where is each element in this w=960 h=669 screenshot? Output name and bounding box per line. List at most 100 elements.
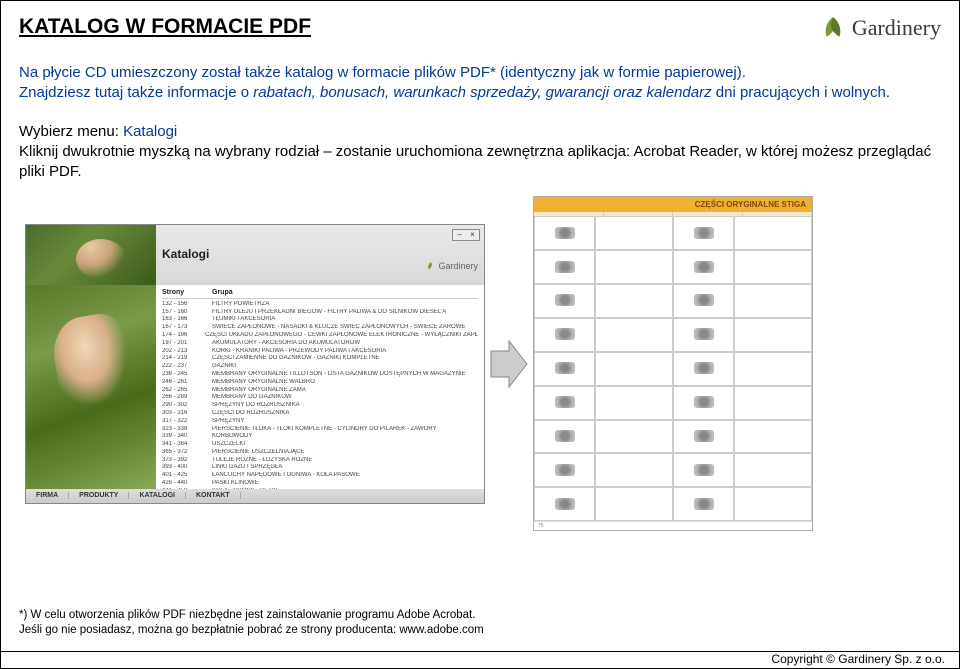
pdf-cell: [734, 420, 812, 454]
catalog-row: 341 - 364USZCZELKI: [162, 441, 478, 449]
pdf-cell: [673, 487, 734, 521]
app-section-title: Katalogi: [162, 247, 478, 261]
intro-2c: dni pracujących i wolnych.: [712, 84, 890, 101]
menu-instruction-link: Katalogi: [123, 123, 177, 140]
pdf-cell: [673, 318, 734, 352]
catalog-row: 132 - 156FILTRY POWIETRZA: [162, 301, 478, 309]
app-screenshot: –× Katalogi Gardinery Strony Grupa 132 -…: [25, 224, 485, 504]
catalog-row: 426 - 440PASKI KLINOWE: [162, 480, 478, 488]
pdf-cell: [673, 420, 734, 454]
catalog-row: 323 - 338PIERŚCIENIE TŁOKA - TŁOKI KOMPL…: [162, 426, 478, 434]
catalog-row: 373 - 392TULEJE RÓŻNE - ŁOŻYSKA RÓŻNE: [162, 457, 478, 465]
catalog-row: 441 - 459KOŁA - OPONY - DĘTKI: [162, 488, 478, 489]
pdf-cell: [534, 250, 595, 284]
pdf-cell: [673, 453, 734, 487]
catalog-row: 262 - 265MEMBRANY ORYGINALNE ZAMA: [162, 387, 478, 395]
catalog-row: 317 - 322SPRĘŻYNY: [162, 418, 478, 426]
col-header-group: Grupa: [212, 289, 478, 296]
pdf-cell: [534, 318, 595, 352]
pdf-cell: [534, 284, 595, 318]
pdf-page-preview: CZĘŚCI ORYGINALNE STIGA 75: [533, 196, 813, 531]
pdf-cell: [534, 420, 595, 454]
arrow-icon: [489, 339, 529, 389]
catalog-row: 197 - 201AKUMULATORY - AKCESORIA DO AKUM…: [162, 340, 478, 348]
intro-paragraph-2: Znajdziesz tutaj także informacje o raba…: [19, 83, 941, 103]
app-bottom-nav: FIRMA PRODUKTY KATALOGI KONTAKT: [26, 489, 484, 503]
catalog-row: 393 - 400LINKI GAZU I SPRZĘGŁA: [162, 464, 478, 472]
pdf-header: CZĘŚCI ORYGINALNE STIGA: [534, 197, 812, 212]
pdf-cell: [595, 386, 673, 420]
pdf-cell: [673, 216, 734, 250]
nav-firma: FIRMA: [26, 492, 69, 499]
copyright: Copyright © Gardinery Sp. z o.o.: [771, 652, 945, 666]
catalog-list: Strony Grupa 132 - 156FILTRY POWIETRZA15…: [156, 285, 484, 489]
pdf-cell: [534, 487, 595, 521]
pdf-cell: [734, 318, 812, 352]
intro-2b-italic: rabatach, bonusach, warunkach sprzedaży,…: [253, 84, 711, 101]
brand-name: Gardinery: [852, 15, 941, 41]
catalog-row: 365 - 372PIERŚCIENIE USZCZELNIAJĄCE: [162, 449, 478, 457]
nav-kontakt: KONTAKT: [186, 492, 241, 499]
catalog-row: 174 - 196CZĘŚCI UKŁADU ZAPŁONOWEGO - CEW…: [162, 332, 478, 340]
pdf-cell: [534, 216, 595, 250]
pdf-cell: [534, 352, 595, 386]
catalog-row: 246 - 261MEMBRANY ORYGINALNE WALBRO: [162, 379, 478, 387]
pdf-cell: [734, 386, 812, 420]
pdf-cell: [734, 250, 812, 284]
app-brand-small: Gardinery: [426, 261, 478, 271]
app-header-photo: [26, 225, 156, 285]
pdf-cell: [595, 318, 673, 352]
nav-katalogi: KATALOGI: [129, 492, 186, 499]
catalog-row: 222 - 237GAŹNIKI: [162, 363, 478, 371]
pdf-cell: [595, 352, 673, 386]
catalog-row: 303 - 316CZĘŚCI DO ROZRUSZNIKA: [162, 410, 478, 418]
pdf-parts-grid: [534, 216, 812, 521]
pdf-cell: [595, 487, 673, 521]
pdf-cell: [673, 352, 734, 386]
pdf-cell: [734, 284, 812, 318]
leaf-icon: [426, 261, 436, 271]
pdf-cell: [595, 250, 673, 284]
pdf-cell: [734, 216, 812, 250]
nav-produkty: PRODUKTY: [69, 492, 129, 499]
menu-instruction-prefix: Wybierz menu:: [19, 123, 123, 140]
menu-instruction: Wybierz menu: Katalogi: [19, 122, 941, 142]
catalog-row: 163 - 166TŁUMIKI I AKCESORIA: [162, 316, 478, 324]
catalog-row: 266 - 289MEMBRANY DO GAŹNIKÓW: [162, 394, 478, 402]
pdf-cell: [595, 216, 673, 250]
minimize-icon: –: [453, 230, 466, 240]
catalog-row: 238 - 245MEMBRANY ORYGINALNE TILLOTSON -…: [162, 371, 478, 379]
pdf-cell: [734, 453, 812, 487]
pdf-cell: [534, 386, 595, 420]
pdf-page-number: 75: [534, 521, 812, 530]
app-brand-text: Gardinery: [438, 261, 478, 271]
catalog-row: 214 - 219CZĘŚCI ZAMIENNE DO GAŹNIKÓW - G…: [162, 355, 478, 363]
brand-logo: Gardinery: [820, 15, 941, 41]
intro-2a: Znajdziesz tutaj także informacje o: [19, 84, 253, 101]
pdf-cell: [734, 352, 812, 386]
catalog-row: 290 - 302SPRĘŻYNY DO ROZRUSZNIKA: [162, 402, 478, 410]
close-icon: ×: [466, 230, 479, 240]
pdf-cell: [534, 453, 595, 487]
footnote-1: *) W celu otworzenia plików PDF niezbędn…: [19, 608, 484, 623]
catalog-row: 167 - 173ŚWIECE ZAPŁONOWE - NASADKI & KL…: [162, 324, 478, 332]
page-title: KATALOG W FORMACIE PDF: [19, 15, 311, 39]
app-side-photo: [26, 285, 156, 489]
col-header-pages: Strony: [162, 289, 212, 296]
pdf-cell: [673, 250, 734, 284]
pdf-cell: [734, 487, 812, 521]
pdf-cell: [595, 284, 673, 318]
catalog-row: 202 - 213KORKI - KRANIKI PALIWA - PRZEWO…: [162, 348, 478, 356]
footnote-2: Jeśli go nie posiadasz, można go bezpłat…: [19, 623, 484, 638]
window-controls: –×: [452, 229, 480, 241]
intro-paragraph-1: Na płycie CD umieszczony został także ka…: [19, 63, 941, 83]
catalog-row: 401 - 425ŁAŃCUCHY NAPĘDOWE I OGNIWA - KO…: [162, 472, 478, 480]
catalog-row: 157 - 160FILTRY OLEJU I PRZEKŁADNI BIEGÓ…: [162, 309, 478, 317]
click-instruction: Kliknij dwukrotnie myszką na wybrany rod…: [19, 142, 941, 183]
pdf-cell: [673, 386, 734, 420]
pdf-cell: [595, 453, 673, 487]
pdf-cell: [595, 420, 673, 454]
catalog-row: 339 - 340KORBOWODY: [162, 433, 478, 441]
leaf-icon: [820, 15, 846, 41]
pdf-cell: [673, 284, 734, 318]
